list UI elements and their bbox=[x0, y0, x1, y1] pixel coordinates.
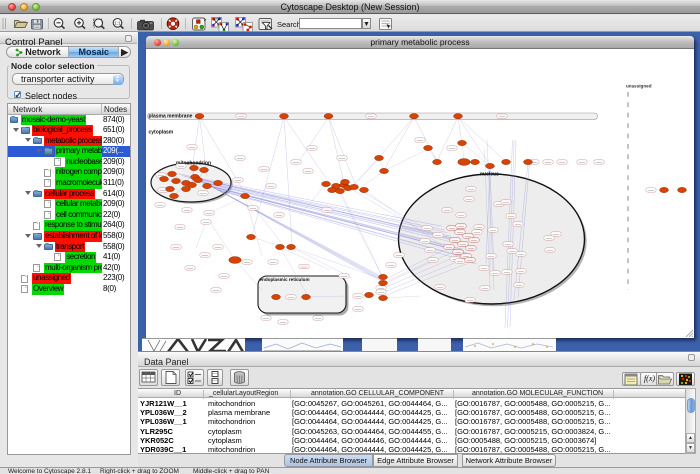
svg-text:1:1: 1:1 bbox=[114, 21, 121, 26]
svg-text:unassigned: unassigned bbox=[626, 84, 652, 89]
svg-text:plasma membrane: plasma membrane bbox=[149, 114, 193, 120]
svg-text:endoplasmic reticulum: endoplasmic reticulum bbox=[260, 277, 310, 282]
svg-text:cytoplasm: cytoplasm bbox=[149, 130, 174, 136]
svg-text:nucleus: nucleus bbox=[480, 172, 499, 178]
